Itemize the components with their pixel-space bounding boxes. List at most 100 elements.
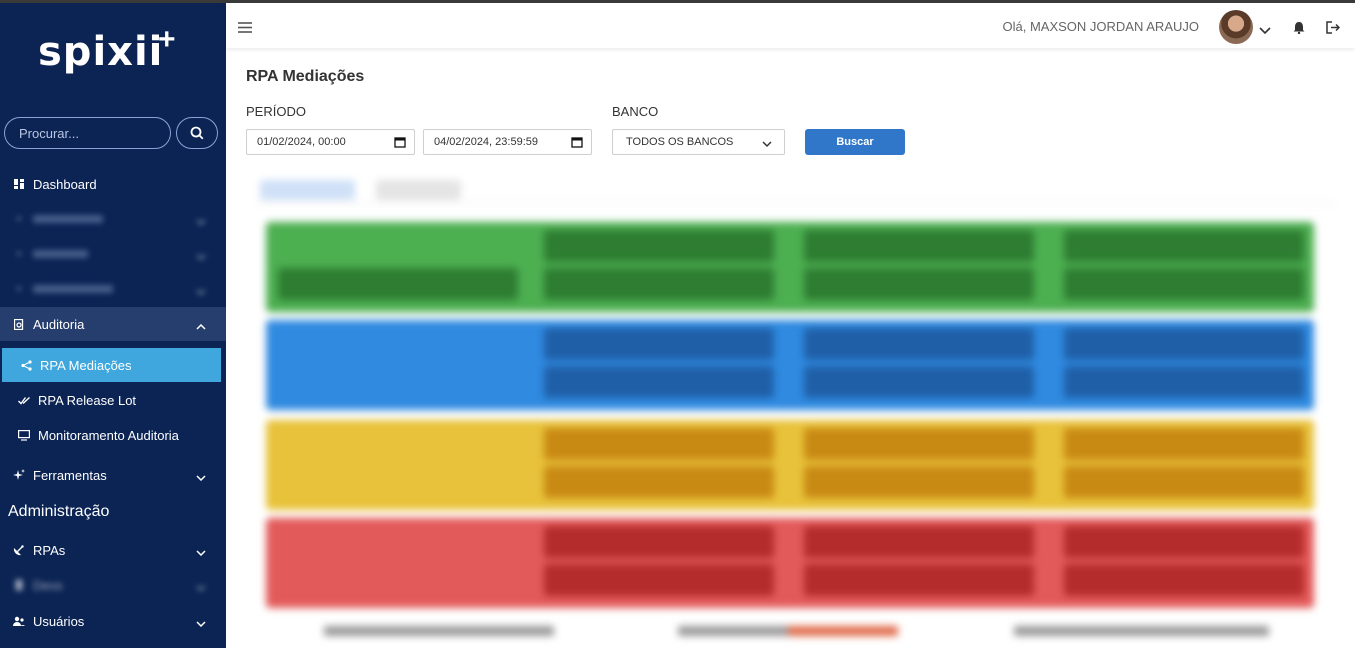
audit-icon	[13, 318, 25, 330]
dashboard-icon	[13, 178, 25, 190]
sidebar-item-rpa-release-lot[interactable]: RPA Release Lot	[0, 383, 226, 417]
chevron-down-icon	[196, 544, 206, 559]
mediacoes-board	[246, 170, 1336, 640]
status-cell	[1064, 564, 1304, 596]
sidebar-item-usuarios[interactable]: Usuários	[0, 604, 226, 638]
search-button[interactable]	[176, 117, 218, 149]
calendar-icon[interactable]	[394, 136, 406, 151]
chevron-down-icon	[196, 469, 206, 484]
status-cell	[544, 366, 774, 398]
board-tab[interactable]	[260, 180, 355, 200]
menu-icon: ▪	[17, 248, 21, 260]
status-cell	[1064, 466, 1304, 498]
sidebar-item-label: RPA Mediações	[40, 357, 132, 373]
topbar: Olá, MAXSON JORDAN ARAUJO	[226, 0, 1355, 48]
date-start-value: 01/02/2024, 00:00	[257, 136, 346, 148]
hidden-label	[33, 285, 113, 293]
chevron-up-icon	[196, 318, 206, 333]
search-input[interactable]	[19, 125, 156, 141]
status-cell	[544, 564, 774, 596]
mobile-icon	[13, 579, 25, 591]
board-tab[interactable]	[376, 180, 461, 200]
hidden-label	[33, 250, 88, 258]
sidebar-item-rpa-mediacoes[interactable]: RPA Mediações	[2, 348, 221, 382]
user-greeting: Olá, MAXSON JORDAN ARAUJO	[1002, 19, 1199, 34]
calendar-icon[interactable]	[571, 136, 583, 151]
footer-info	[324, 626, 554, 636]
status-row-green	[266, 222, 1314, 312]
status-cell	[544, 428, 774, 460]
spixii-logo[interactable]: spixii +	[38, 23, 176, 75]
sidebar-item-dashboard[interactable]: Dashboard	[0, 167, 226, 201]
status-row-red	[266, 518, 1314, 608]
status-cell	[544, 230, 774, 262]
chevron-down-icon[interactable]	[1259, 22, 1271, 40]
footer-info	[1014, 626, 1269, 636]
banco-select-value: TODOS OS BANCOS	[626, 136, 734, 148]
sidebar-item-auditoria[interactable]: Auditoria	[0, 307, 226, 341]
logo-plus: +	[158, 23, 176, 56]
status-cell	[804, 268, 1034, 300]
menu-toggle-icon[interactable]	[238, 20, 252, 38]
status-cell	[1064, 328, 1304, 360]
search-icon	[190, 126, 204, 140]
sidebar-item-monitoramento-auditoria[interactable]: Monitoramento Auditoria	[0, 418, 226, 452]
sidebar-item-label: Auditoria	[33, 316, 85, 332]
sidebar-item-rpas[interactable]: RPAs	[0, 533, 226, 567]
sidebar-item-label: Usuários	[33, 613, 85, 629]
logo-text: spixii	[38, 29, 164, 75]
sidebar-item-devs[interactable]: Devs	[0, 568, 226, 602]
status-cell	[804, 428, 1034, 460]
sidebar-item-hidden-1[interactable]: ▪	[0, 202, 226, 236]
share-icon	[20, 359, 32, 371]
chevron-down-icon	[196, 579, 206, 594]
status-cell	[544, 268, 774, 300]
status-cell	[1064, 366, 1304, 398]
buscar-button[interactable]: Buscar	[805, 129, 905, 155]
chevron-down-icon	[196, 283, 206, 298]
date-end-value: 04/02/2024, 23:59:59	[434, 136, 538, 148]
board-tabs	[256, 174, 1336, 204]
banco-label: BANCO	[612, 104, 659, 119]
page-title: RPA Mediações	[246, 68, 365, 85]
chevron-down-icon	[762, 139, 772, 151]
status-cell	[804, 466, 1034, 498]
sidebar-item-label: RPA Release Lot	[38, 392, 137, 408]
status-cell	[804, 328, 1034, 360]
periodo-label: PERÍODO	[246, 104, 306, 119]
status-cell	[1064, 526, 1304, 558]
sidebar-item-label: RPAs	[33, 542, 66, 558]
logout-icon[interactable]	[1326, 21, 1341, 39]
sidebar-item-ferramentas[interactable]: Ferramentas	[0, 458, 226, 492]
sidebar: spixii + Dashboard ▪ ▪ ▪	[0, 0, 226, 648]
status-cell	[1064, 428, 1304, 460]
monitor-icon	[18, 429, 30, 441]
chevron-down-icon	[196, 213, 206, 228]
check-double-icon	[18, 394, 30, 406]
menu-icon: ▪	[17, 213, 21, 225]
avatar[interactable]	[1219, 10, 1253, 44]
sidebar-item-hidden-2[interactable]: ▪	[0, 237, 226, 271]
status-cell	[804, 366, 1034, 398]
sidebar-search[interactable]	[4, 117, 171, 149]
status-cell	[804, 230, 1034, 262]
sparkles-icon	[13, 469, 25, 481]
status-cell	[544, 526, 774, 558]
sidebar-item-label: Monitoramento Auditoria	[38, 427, 179, 443]
users-icon	[13, 615, 25, 627]
sidebar-item-hidden-3[interactable]: ▪	[0, 272, 226, 306]
status-cell	[804, 526, 1034, 558]
status-row-yellow	[266, 420, 1314, 510]
section-title-administracao: Administração	[8, 503, 110, 520]
status-cell	[544, 466, 774, 498]
banco-select[interactable]: TODOS OS BANCOS	[612, 129, 785, 155]
sidebar-item-label: Dashboard	[33, 176, 97, 192]
sidebar-item-label: Devs	[33, 577, 63, 593]
date-start-field[interactable]: 01/02/2024, 00:00	[246, 129, 415, 155]
footer-info	[678, 626, 898, 636]
status-cell	[804, 564, 1034, 596]
status-cell	[278, 268, 518, 300]
menu-icon: ▪	[17, 283, 21, 295]
bell-icon[interactable]	[1293, 21, 1305, 39]
date-end-field[interactable]: 04/02/2024, 23:59:59	[423, 129, 592, 155]
